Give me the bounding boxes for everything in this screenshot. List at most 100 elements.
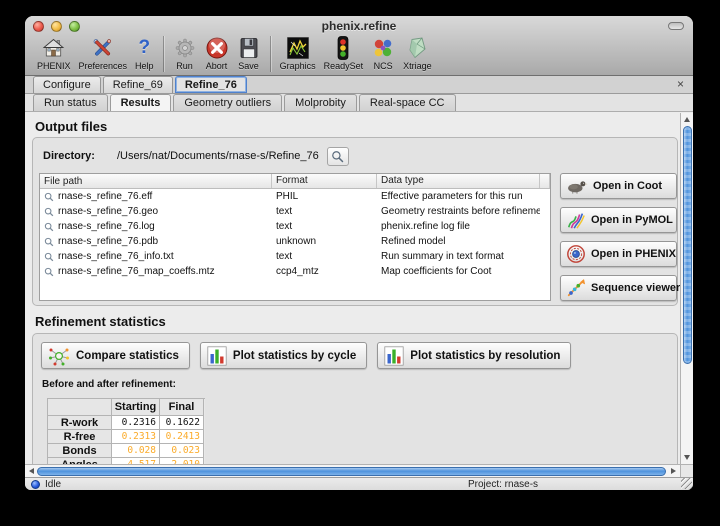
subtab-real-space-cc[interactable]: Real-space CC <box>359 94 456 111</box>
toolbar-label: Abort <box>206 61 228 71</box>
toolbar-label: Save <box>238 61 259 71</box>
toolbar-label: Preferences <box>79 61 128 71</box>
preferences-tools-icon <box>90 35 115 61</box>
plot-by-cycle-button[interactable]: Plot statistics by cycle <box>200 342 367 369</box>
stats-col-final: Final <box>160 399 204 416</box>
readyset-traffic-light-icon <box>331 35 355 61</box>
run-gear-icon <box>173 35 197 61</box>
toolbar-item-ncs[interactable]: NCS <box>367 35 399 71</box>
horizontal-scrollbar[interactable] <box>25 464 680 477</box>
subtab-geometry-outliers[interactable]: Geometry outliers <box>173 94 282 111</box>
magnifier-icon <box>44 207 54 217</box>
horizontal-scrollbar-thumb[interactable] <box>37 467 666 476</box>
subtab-run-status[interactable]: Run status <box>33 94 108 111</box>
results-content: Output files Directory: /Users/nat/Docum… <box>25 113 680 464</box>
phenix-logo-icon <box>566 244 586 264</box>
scroll-up-arrow-icon[interactable] <box>681 114 693 125</box>
phenix-home-icon <box>41 35 66 61</box>
table-row[interactable]: rnase-s_refine_76.log text phenix.refine… <box>40 219 550 234</box>
vertical-scrollbar[interactable] <box>680 113 693 464</box>
coot-bird-icon <box>566 178 588 194</box>
file-data-type: phenix.refine log file <box>377 221 540 232</box>
open-buttons-column: Open in Coot Open in PyMOL Open in PHENI… <box>560 173 677 309</box>
table-row[interactable]: rnase-s_refine_76_info.txt text Run summ… <box>40 249 550 264</box>
titlebar[interactable]: phenix.refine <box>25 16 693 34</box>
phenix-refine-window: phenix.refine PHENIX Preferences ? He <box>25 16 693 490</box>
scroll-right-arrow-icon[interactable] <box>668 465 679 477</box>
toolbar: PHENIX Preferences ? Help Run <box>25 34 693 75</box>
plot-by-resolution-button[interactable]: Plot statistics by resolution <box>377 342 571 369</box>
table-header-row[interactable]: File path Format Data type <box>40 174 550 189</box>
stat-button-label: Plot statistics by resolution <box>410 350 560 362</box>
directory-label: Directory: <box>43 150 95 162</box>
toolbar-item-save[interactable]: Save <box>233 35 265 71</box>
abort-x-icon <box>205 35 229 61</box>
stats-corner-cell <box>48 399 112 416</box>
file-data-type: Geometry restraints before refinement <box>377 206 540 217</box>
stats-row-label: R-work <box>48 416 112 430</box>
file-path: rnase-s_refine_76.eff <box>58 191 152 202</box>
toolbar-item-xtriage[interactable]: Xtriage <box>399 35 436 71</box>
toolbar-item-graphics[interactable]: Graphics <box>276 35 320 71</box>
table-row[interactable]: rnase-s_refine_76.eff PHIL Effective par… <box>40 189 550 204</box>
window-chrome: phenix.refine PHENIX Preferences ? He <box>25 16 693 76</box>
before-after-table: Starting Final R-work 0.2316 0.1622 R-fr… <box>47 398 205 464</box>
vertical-scrollbar-thumb[interactable] <box>683 126 692 364</box>
toolbar-item-readyset[interactable]: ReadySet <box>320 35 368 71</box>
toolbar-separator <box>270 36 271 72</box>
toolbar-item-phenix[interactable]: PHENIX <box>33 35 75 71</box>
window-title: phenix.refine <box>25 19 693 33</box>
file-format: PHIL <box>272 191 377 202</box>
search-icon <box>331 150 344 163</box>
stats-row-label: R-free <box>48 430 112 444</box>
table-row[interactable]: rnase-s_refine_76_map_coeffs.mtz ccp4_mt… <box>40 264 550 279</box>
table-row[interactable]: rnase-s_refine_76.pdb unknown Refined mo… <box>40 234 550 249</box>
scroll-down-arrow-icon[interactable] <box>681 452 693 463</box>
column-header-format: Format <box>272 174 377 188</box>
tab-refine-69[interactable]: Refine_69 <box>103 76 173 93</box>
open-in-phenix-button[interactable]: Open in PHENIX <box>560 241 677 267</box>
status-text: Idle <box>45 479 61 490</box>
open-in-coot-button[interactable]: Open in Coot <box>560 173 677 199</box>
close-tab-icon[interactable]: × <box>677 78 684 90</box>
tab-refine-76[interactable]: Refine_76 <box>175 76 247 93</box>
toolbar-item-preferences[interactable]: Preferences <box>75 35 132 71</box>
scroll-left-arrow-icon[interactable] <box>26 465 37 477</box>
stat-button-label: Plot statistics by cycle <box>233 350 356 362</box>
project-label: Project: rnase-s <box>468 479 538 490</box>
column-header-data-type: Data type <box>377 174 540 188</box>
open-button-label: Sequence viewer <box>591 282 680 294</box>
file-data-type: Refined model <box>377 236 540 247</box>
file-data-type: Run summary in text format <box>377 251 540 262</box>
browse-directory-button[interactable] <box>327 147 349 166</box>
status-idle-icon <box>31 480 40 489</box>
directory-path: /Users/nat/Documents/rnase-s/Refine_76 <box>117 150 319 162</box>
compare-statistics-button[interactable]: Compare statistics <box>41 342 190 369</box>
stats-value-highlighted: 0.2313 <box>112 430 160 444</box>
subtab-results[interactable]: Results <box>110 94 172 111</box>
toolbar-toggle-button[interactable] <box>668 22 684 30</box>
toolbar-label: Graphics <box>280 61 316 71</box>
stats-value: 0.2316 <box>112 416 160 430</box>
bar-chart-icon <box>207 346 227 366</box>
stats-value-highlighted: 0.2413 <box>160 430 204 444</box>
open-in-pymol-button[interactable]: Open in PyMOL <box>560 207 677 233</box>
toolbar-label: Xtriage <box>403 61 432 71</box>
toolbar-item-help[interactable]: ? Help <box>131 35 158 71</box>
table-row[interactable]: rnase-s_refine_76.geo text Geometry rest… <box>40 204 550 219</box>
magnifier-icon <box>44 237 54 247</box>
file-data-type: Map coefficients for Coot <box>377 266 540 277</box>
toolbar-item-run[interactable]: Run <box>169 35 201 71</box>
help-question-icon: ? <box>139 35 151 61</box>
save-floppy-icon <box>237 35 261 61</box>
subtab-molprobity[interactable]: Molprobity <box>284 94 357 111</box>
sequence-viewer-button[interactable]: Sequence viewer <box>560 275 677 301</box>
toolbar-label: ReadySet <box>324 61 364 71</box>
magnifier-icon <box>44 222 54 232</box>
tab-configure[interactable]: Configure <box>33 76 101 93</box>
resize-grip[interactable] <box>681 478 692 489</box>
toolbar-item-abort[interactable]: Abort <box>201 35 233 71</box>
pymol-ribbon-icon <box>566 210 586 230</box>
column-header-file-path: File path <box>40 174 272 188</box>
file-path: rnase-s_refine_76_map_coeffs.mtz <box>58 266 215 277</box>
